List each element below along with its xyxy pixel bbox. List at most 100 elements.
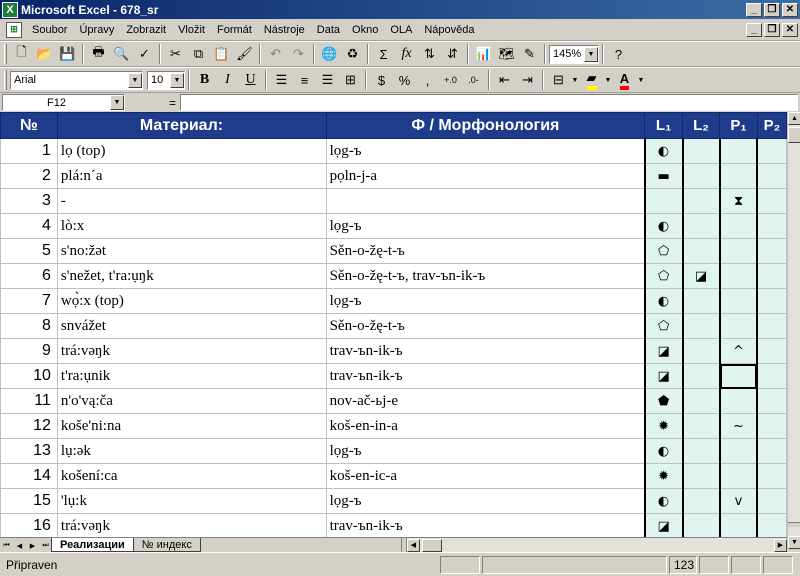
l2-mark-cell[interactable] <box>681 313 721 339</box>
scroll-thumb[interactable] <box>788 127 800 143</box>
align-left-icon[interactable]: ☰ <box>270 69 293 91</box>
phonology-cell[interactable]: trav-ъn-ik-ъ <box>325 513 646 537</box>
p2-mark-cell[interactable] <box>756 413 787 439</box>
spell-icon[interactable]: ✓ <box>133 43 156 65</box>
increase-indent-icon[interactable]: ⇥ <box>516 69 539 91</box>
material-cell[interactable]: plá:n´a <box>56 163 327 189</box>
p2-mark-cell[interactable] <box>756 463 787 489</box>
l1-mark-cell[interactable]: ◐ <box>643 288 684 314</box>
doc-minimize-button[interactable]: _ <box>746 22 762 37</box>
phonology-cell[interactable]: koš-en-ic-a <box>325 463 646 489</box>
header-p1[interactable]: P₁ <box>719 112 758 139</box>
font-name-select[interactable]: Arial ▼ <box>10 70 143 90</box>
p2-mark-cell[interactable] <box>756 213 787 239</box>
phonology-cell[interactable]: trav-ъn-ik-ъ <box>325 338 646 364</box>
l2-mark-cell[interactable] <box>681 288 721 314</box>
p2-mark-cell[interactable] <box>756 488 787 514</box>
print-icon[interactable]: 🖶 <box>87 43 110 65</box>
l1-mark-cell[interactable]: ◐ <box>643 138 684 164</box>
material-cell[interactable]: košení:ca <box>56 463 327 489</box>
autosum-icon[interactable]: Σ <box>372 43 395 65</box>
p1-mark-cell[interactable] <box>718 263 758 289</box>
sort-asc-icon[interactable]: ⇅ <box>418 43 441 65</box>
header-num[interactable]: № <box>0 112 58 139</box>
prev-sheet-icon[interactable]: ◀ <box>13 539 26 552</box>
l1-mark-cell[interactable]: ◪ <box>643 363 684 389</box>
row-number-cell[interactable]: 14 <box>0 463 58 489</box>
formula-input[interactable] <box>180 94 798 111</box>
p1-mark-cell[interactable] <box>718 213 758 239</box>
l1-mark-cell[interactable]: ▬ <box>643 163 684 189</box>
l1-mark-cell[interactable]: ⬠ <box>643 238 684 264</box>
row-number-cell[interactable]: 6 <box>0 263 58 289</box>
open-icon[interactable]: 📂 <box>33 43 56 65</box>
p2-mark-cell[interactable] <box>756 438 787 464</box>
material-cell[interactable]: trá:vəŋk <box>56 513 327 537</box>
zoom-select[interactable]: 145% ▼ <box>549 44 599 64</box>
row-number-cell[interactable]: 8 <box>0 313 58 339</box>
phonology-cell[interactable]: koš-en-in-a <box>325 413 646 439</box>
preview-icon[interactable]: 🔍 <box>110 43 133 65</box>
row-number-cell[interactable]: 12 <box>0 413 58 439</box>
p1-mark-cell[interactable] <box>718 138 758 164</box>
p1-mark-cell[interactable] <box>718 288 758 314</box>
map-icon[interactable]: 🗺 <box>495 43 518 65</box>
l2-mark-cell[interactable] <box>681 463 721 489</box>
l2-mark-cell[interactable] <box>681 513 721 537</box>
percent-button[interactable]: % <box>393 69 416 91</box>
material-cell[interactable]: - <box>56 188 327 214</box>
l2-mark-cell[interactable] <box>681 388 721 414</box>
hyperlink-icon[interactable]: 🌐 <box>318 43 341 65</box>
l1-mark-cell[interactable] <box>643 188 684 214</box>
row-number-cell[interactable]: 1 <box>0 138 58 164</box>
row-number-cell[interactable]: 15 <box>0 488 58 514</box>
row-number-cell[interactable]: 4 <box>0 213 58 239</box>
format-painter-icon[interactable]: 🖌 <box>233 43 256 65</box>
row-number-cell[interactable]: 10 <box>0 363 58 389</box>
worksheet-grid[interactable]: № Материал: Ф / Морфонология L₁ L₂ P₁ P₂… <box>0 112 787 537</box>
tab-realizatsii[interactable]: Реализации <box>51 538 134 552</box>
p2-mark-cell[interactable] <box>756 188 787 214</box>
scroll-left-icon[interactable]: ◀ <box>406 538 420 552</box>
bold-button[interactable]: B <box>193 69 216 91</box>
l2-mark-cell[interactable] <box>681 338 721 364</box>
p1-mark-cell[interactable] <box>718 463 758 489</box>
undo-icon[interactable]: ↶ <box>264 43 287 65</box>
header-phonology[interactable]: Ф / Морфонология <box>325 112 646 139</box>
menu-data[interactable]: Data <box>311 24 346 36</box>
p1-mark-cell[interactable] <box>718 388 758 414</box>
menu-soubor[interactable]: Soubor <box>26 24 73 36</box>
first-sheet-icon[interactable]: ⏮ <box>0 539 13 552</box>
p2-mark-cell[interactable] <box>756 313 787 339</box>
chevron-down-icon[interactable]: ▼ <box>110 95 124 110</box>
restore-button[interactable]: ❐ <box>764 2 780 17</box>
phonology-cell[interactable]: Sěn-o-žę-t-ъ <box>325 313 646 339</box>
minimize-button[interactable]: _ <box>746 2 762 17</box>
p1-mark-cell[interactable]: ⧗ <box>718 188 758 214</box>
vertical-scrollbar[interactable]: ▲ ▼ <box>787 112 800 549</box>
l1-mark-cell[interactable]: ◐ <box>643 213 684 239</box>
p2-mark-cell[interactable] <box>756 288 787 314</box>
l1-mark-cell[interactable]: ⬠ <box>643 263 684 289</box>
l2-mark-cell[interactable] <box>681 163 721 189</box>
menu-okno[interactable]: Okno <box>346 24 384 36</box>
l1-mark-cell[interactable]: ◪ <box>643 513 684 537</box>
tab-index[interactable]: № индекс <box>132 538 201 552</box>
underline-button[interactable]: U <box>239 69 262 91</box>
next-sheet-icon[interactable]: ▶ <box>26 539 39 552</box>
phonology-cell[interactable]: trav-ъn-ik-ъ <box>325 363 646 389</box>
material-cell[interactable]: wọ̀:x (top) <box>56 288 327 314</box>
p2-mark-cell[interactable] <box>756 238 787 264</box>
p1-mark-cell[interactable]: ~ <box>718 413 758 439</box>
material-cell[interactable]: t'ra:ụnik <box>56 363 327 389</box>
l1-mark-cell[interactable]: ✹ <box>643 413 684 439</box>
menu-zobrazit[interactable]: Zobrazit <box>120 24 172 36</box>
l1-mark-cell[interactable]: ⬠ <box>643 313 684 339</box>
p1-mark-cell[interactable] <box>718 313 758 339</box>
chart-wizard-icon[interactable]: 📊 <box>472 43 495 65</box>
new-icon[interactable]: 🗋 <box>10 43 33 65</box>
l1-mark-cell[interactable]: ◐ <box>643 438 684 464</box>
increase-decimal-button[interactable]: +.0 <box>439 69 462 91</box>
phonology-cell[interactable]: lọg-ъ <box>325 488 646 514</box>
material-cell[interactable]: koše'ni:na <box>56 413 327 439</box>
